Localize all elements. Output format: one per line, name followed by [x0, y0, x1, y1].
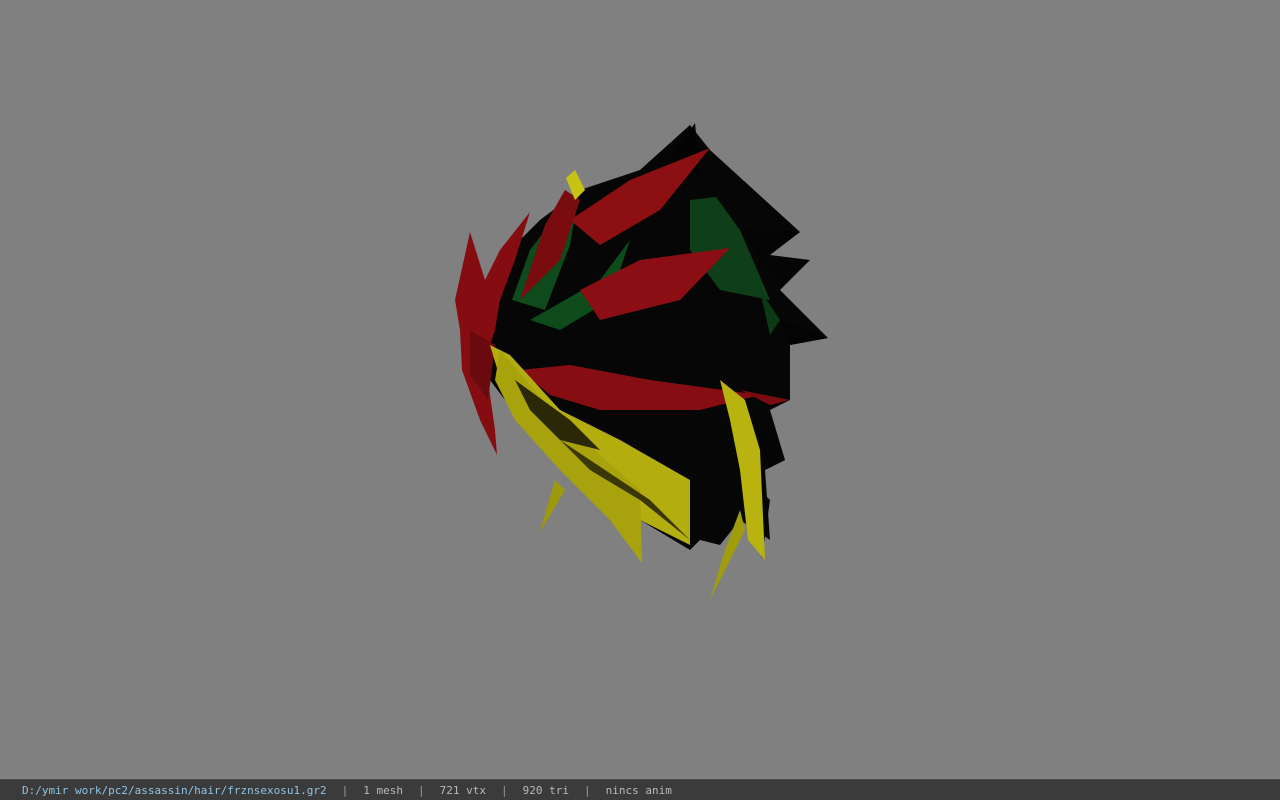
- separator: |: [583, 783, 591, 797]
- separator: |: [501, 783, 508, 797]
- triangle-count-label: 920 tri: [522, 783, 569, 797]
- vertex-count-label: 721 vtx: [439, 783, 486, 797]
- file-path-label: D:/ymir work/pc2/assassin/hair/frznsexos…: [22, 783, 327, 797]
- separator: |: [341, 783, 349, 797]
- status-bar: D:/ymir work/pc2/assassin/hair/frznsexos…: [0, 779, 1280, 800]
- animation-status-label: nincs anim: [605, 783, 672, 797]
- hair-mesh-icon: [455, 123, 828, 600]
- 3d-viewport[interactable]: [0, 0, 1280, 779]
- separator: |: [418, 783, 425, 797]
- mesh-count-label: 1 mesh: [363, 783, 404, 797]
